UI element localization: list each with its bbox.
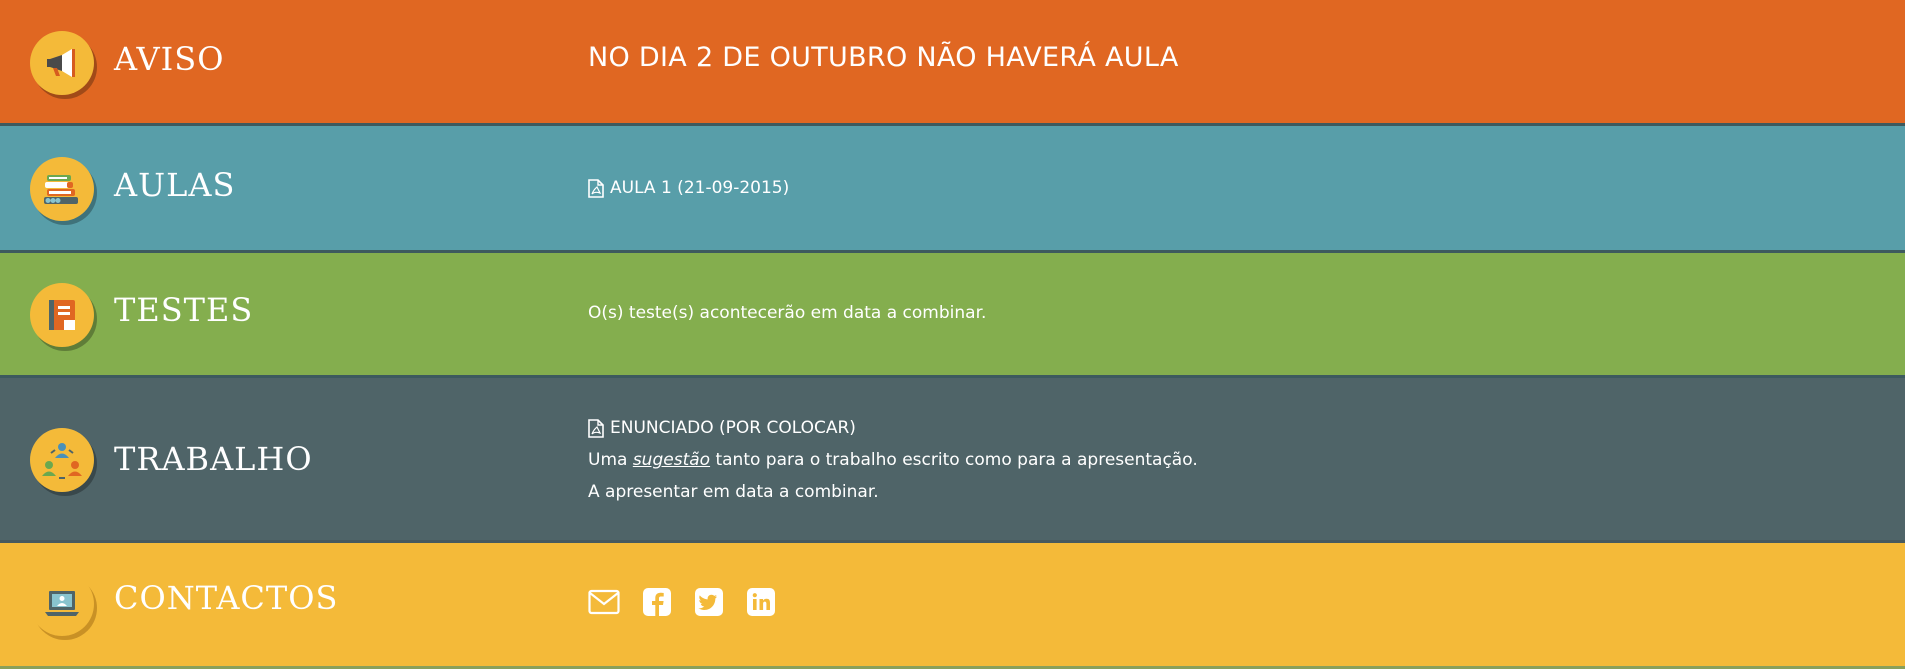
suggestion-line: Uma sugestão tanto para o trabalho escri… <box>588 444 1198 476</box>
contact-links <box>588 587 776 617</box>
section-title-aulas: AULAS <box>114 166 236 204</box>
section-contactos: CONTACTOS <box>0 543 1905 669</box>
team-cycle-icon <box>30 428 94 492</box>
section-title-testes: TESTES <box>114 291 254 329</box>
suggestion-link[interactable]: sugestão <box>633 450 710 470</box>
notebook-icon <box>30 283 94 347</box>
section-aulas: AULAS AULA 1 (21-09-2015) <box>0 126 1905 253</box>
enunciado-label: ENUNCIADO (POR COLOCAR) <box>610 418 856 438</box>
presentation-date-line: A apresentar em data a combinar. <box>588 482 879 502</box>
work-details: ENUNCIADO (POR COLOCAR) Uma sugestão tan… <box>588 412 1198 508</box>
twitter-icon[interactable] <box>694 587 724 617</box>
file-pdf-icon <box>588 418 604 438</box>
facebook-icon[interactable] <box>642 587 672 617</box>
notice-message: NO DIA 2 DE OUTUBRO NÃO HAVERÁ AULA <box>588 42 1179 73</box>
section-title-aviso: AVISO <box>114 40 225 78</box>
section-title-trabalho: TRABALHO <box>114 440 313 478</box>
section-aviso: AVISO NO DIA 2 DE OUTUBRO NÃO HAVERÁ AUL… <box>0 0 1905 126</box>
lesson-link-aula-1[interactable]: AULA 1 (21-09-2015) <box>588 172 789 204</box>
tests-info: O(s) teste(s) acontecerão em data a comb… <box>588 303 987 323</box>
megaphone-icon <box>30 31 94 95</box>
suggestion-prefix: Uma <box>588 450 628 470</box>
lesson-label: AULA 1 (21-09-2015) <box>610 178 790 198</box>
linkedin-icon[interactable] <box>746 587 776 617</box>
laptop-user-icon <box>30 572 94 636</box>
books-icon <box>30 157 94 221</box>
section-testes: TESTES O(s) teste(s) acontecerão em data… <box>0 253 1905 378</box>
file-pdf-icon <box>588 178 604 198</box>
envelope-icon[interactable] <box>588 589 620 615</box>
suggestion-suffix: tanto para o trabalho escrito como para … <box>715 450 1198 470</box>
section-title-contactos: CONTACTOS <box>114 579 339 617</box>
enunciado-link[interactable]: ENUNCIADO (POR COLOCAR) <box>588 412 1198 444</box>
section-trabalho: TRABALHO ENUNCIADO (POR COLOCAR) Uma sug… <box>0 378 1905 543</box>
